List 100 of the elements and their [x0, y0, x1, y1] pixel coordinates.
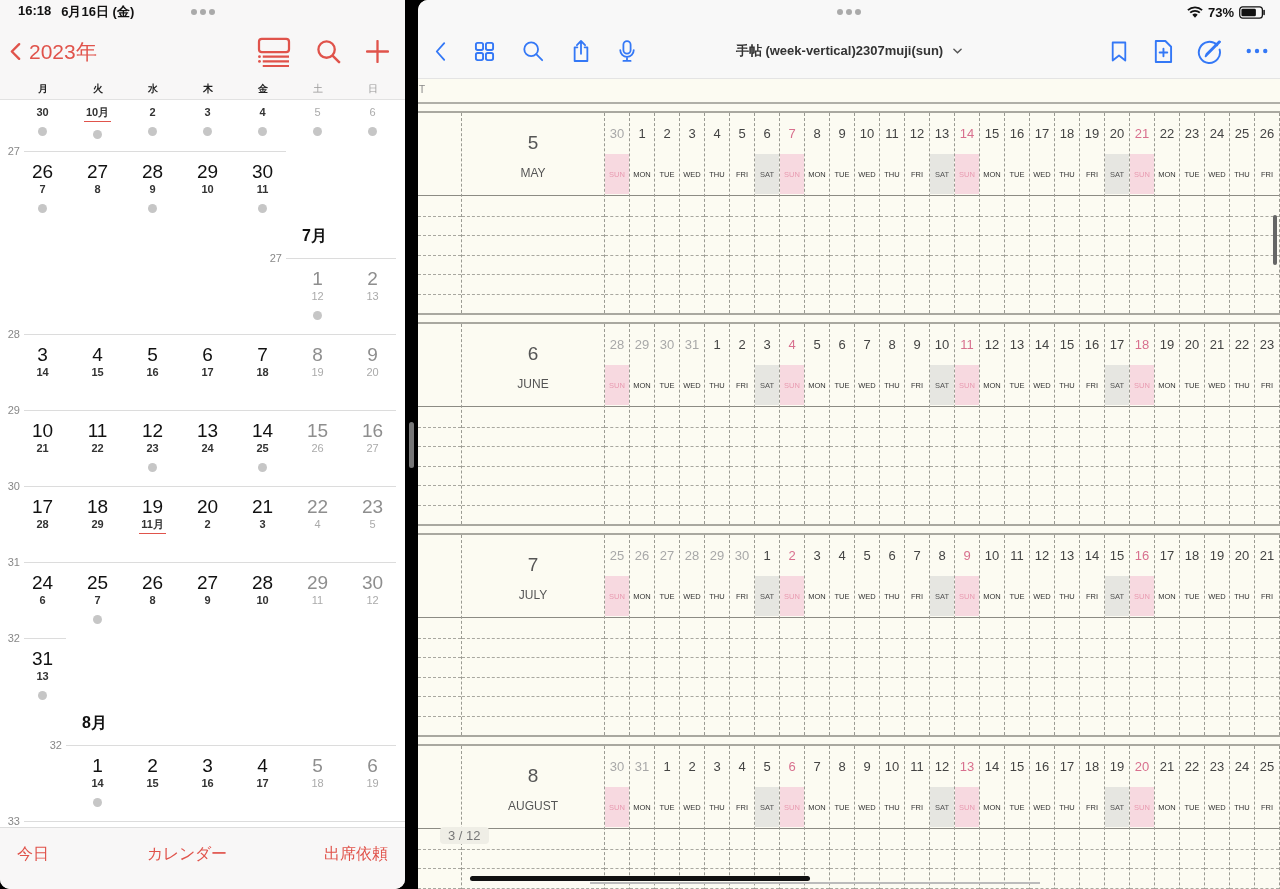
weekday-header: 土	[311, 82, 324, 96]
day-number[interactable]: 5	[147, 344, 158, 366]
planner-date: 30	[733, 547, 751, 565]
back-button[interactable]: 2023年	[10, 37, 97, 66]
planner-date: 12	[933, 758, 951, 776]
planner-date: 9	[962, 547, 972, 565]
planner-date: 16	[1008, 125, 1026, 143]
day-number[interactable]: 28	[251, 572, 274, 594]
planner-date: 13	[958, 758, 976, 776]
day-number[interactable]: 27	[196, 572, 219, 594]
day-number[interactable]: 4	[92, 344, 103, 366]
microphone-icon[interactable]	[618, 39, 636, 63]
planner-date: 28	[608, 336, 626, 354]
lunar-day-label: 20	[366, 366, 379, 379]
lunar-day-label: 7	[94, 594, 101, 607]
day-number[interactable]: 11	[87, 420, 108, 442]
week-number: 32	[6, 632, 21, 644]
more-icon[interactable]	[1246, 48, 1268, 54]
document-title-button[interactable]: 手帖 (week-vertical)2307muji(sun)	[735, 42, 963, 60]
planner-date: 3	[812, 547, 822, 565]
day-number[interactable]: 3	[37, 344, 48, 366]
list-view-icon[interactable]	[257, 36, 291, 67]
planner-date: 18	[1083, 758, 1101, 776]
day-number[interactable]: 1	[92, 755, 103, 777]
planner-date: 17	[1158, 547, 1176, 565]
day-number[interactable]: 14	[251, 420, 274, 442]
day-number[interactable]: 21	[251, 496, 274, 518]
tab-button[interactable]: 出席依頼	[324, 844, 388, 865]
chevron-left-icon	[10, 42, 21, 61]
chevron-left-icon[interactable]	[434, 40, 447, 62]
search-icon[interactable]	[316, 39, 341, 64]
lunar-day-label: 12	[311, 290, 324, 303]
lunar-day-label: 10	[256, 594, 269, 607]
planner-date: 11	[1009, 547, 1025, 565]
tab-button[interactable]: カレンダー	[146, 844, 227, 865]
lunar-day-label: 21	[36, 442, 49, 455]
day-number[interactable]: 6	[202, 344, 213, 366]
day-number[interactable]: 10	[31, 420, 54, 442]
day-number[interactable]: 18	[86, 496, 109, 518]
weekday-header: 金	[256, 82, 269, 96]
day-number[interactable]: 24	[31, 572, 54, 594]
planner-date: 5	[762, 758, 772, 776]
planner-date: 9	[837, 125, 847, 143]
lunar-day-label: 11月	[139, 518, 166, 534]
day-number[interactable]: 28	[141, 161, 164, 183]
lunar-day-label: 19	[366, 777, 379, 790]
lunar-day-label: 26	[311, 442, 324, 455]
day-number[interactable]: 20	[196, 496, 219, 518]
status-date: 6月16日 (金)	[61, 3, 135, 21]
planner-date: 14	[1033, 336, 1051, 354]
planner-date: 8	[887, 336, 897, 354]
day-number[interactable]: 26	[31, 161, 54, 183]
planner-date: 30	[608, 758, 626, 776]
plus-icon[interactable]	[366, 40, 389, 63]
week-number: 28	[6, 328, 21, 340]
planner-date: 13	[1008, 336, 1026, 354]
day-number[interactable]: 30	[251, 161, 274, 183]
planner-date: 14	[958, 125, 976, 143]
day-number[interactable]: 7	[257, 344, 268, 366]
lunar-day-label: 11	[256, 183, 269, 196]
planner-date: 24	[1233, 758, 1251, 776]
month-number: 5	[527, 132, 539, 154]
day-number[interactable]: 2	[147, 755, 158, 777]
battery-percentage: 73%	[1207, 4, 1234, 20]
multitask-dots-icon[interactable]	[190, 9, 215, 15]
day-number[interactable]: 13	[196, 420, 219, 442]
planner-date: 28	[683, 547, 701, 565]
day-number[interactable]: 12	[141, 420, 164, 442]
tab-button[interactable]: 今日	[17, 844, 49, 865]
bookmark-icon[interactable]	[1110, 39, 1128, 63]
day-number[interactable]: 26	[141, 572, 164, 594]
split-view-handle[interactable]	[409, 421, 414, 468]
page-plus-icon[interactable]	[1152, 38, 1173, 64]
grid-view-icon[interactable]	[474, 40, 495, 62]
planner-date: 12	[1033, 547, 1051, 565]
lunar-day-label: 8	[94, 183, 101, 196]
planner-date: 21	[1208, 336, 1226, 354]
day-number[interactable]: 29	[196, 161, 219, 183]
day-number[interactable]: 3	[202, 755, 213, 777]
planner-date: 22	[1183, 758, 1201, 776]
day-number[interactable]: 31	[31, 648, 54, 670]
planner-date: 27	[658, 547, 676, 565]
day-number[interactable]: 27	[86, 161, 109, 183]
planner-date: 22	[1233, 336, 1251, 354]
share-icon[interactable]	[571, 39, 591, 63]
day-number[interactable]: 17	[31, 496, 54, 518]
month-number: 8	[527, 765, 539, 787]
planner-date: 11	[884, 125, 900, 143]
day-number[interactable]: 25	[86, 572, 109, 594]
lunar-day-label: 10	[201, 183, 214, 196]
day-number[interactable]: 4	[257, 755, 268, 777]
planner-date: 23	[1183, 125, 1201, 143]
multitask-dots-icon[interactable]	[837, 9, 861, 15]
pencil-circle-icon[interactable]	[1197, 38, 1222, 64]
planner-date: 17	[1108, 336, 1126, 354]
week-number: 31	[6, 556, 21, 568]
search-icon[interactable]	[522, 40, 544, 62]
planner-date: 26	[633, 547, 651, 565]
day-number[interactable]: 19	[141, 496, 164, 518]
planner-date: 6	[887, 547, 897, 565]
